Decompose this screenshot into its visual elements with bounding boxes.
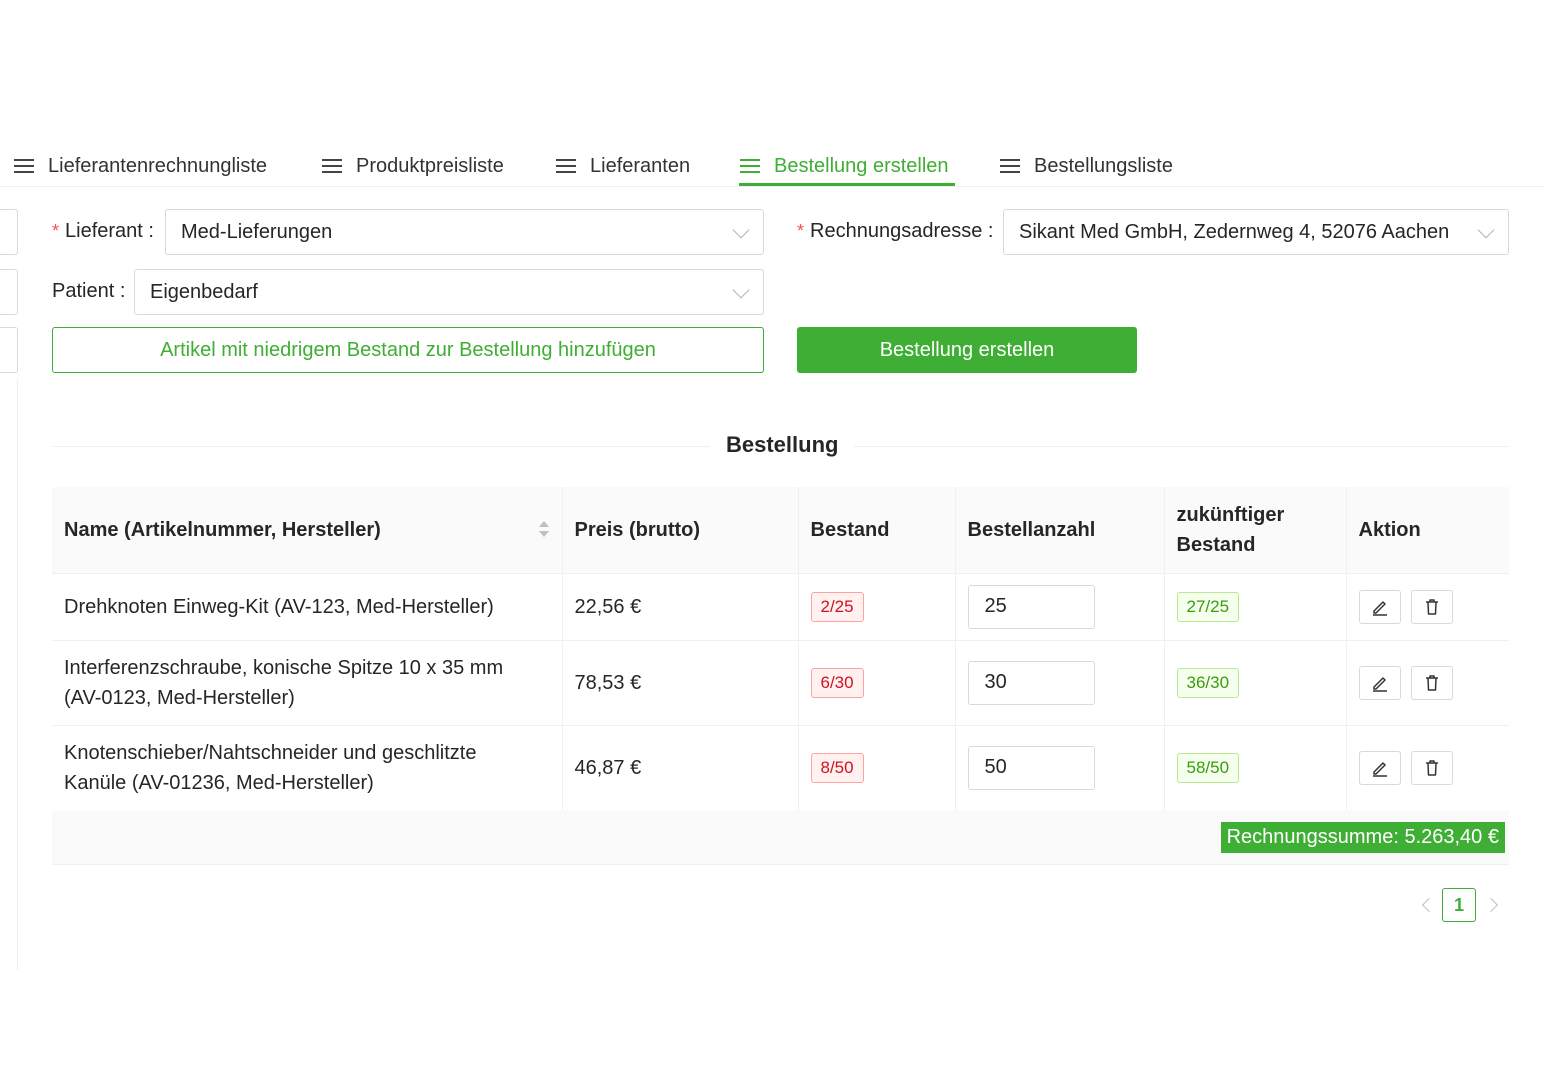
required-mark: * (52, 221, 60, 241)
future-stock-badge: 58/50 (1176, 753, 1240, 783)
chevron-down-icon (732, 221, 750, 239)
tab-label: Lieferantenrechnungliste (48, 154, 268, 177)
patient-value: Eigenbedarf (150, 280, 258, 303)
tab-order-list[interactable]: Bestellungsliste (1000, 146, 1173, 186)
chevron-down-icon (732, 281, 750, 299)
tab-supplier-invoices[interactable]: Lieferantenrechnungliste (14, 146, 267, 186)
future-stock-badge: 36/30 (1176, 668, 1240, 698)
column-header-future-stock: zukünftiger Bestand (1164, 487, 1347, 574)
side-panel-edge (0, 269, 18, 315)
edit-button[interactable] (1358, 589, 1401, 624)
tab-label: Bestellungsliste (1034, 154, 1173, 177)
future-stock-badge: 27/25 (1176, 592, 1240, 622)
column-header-name[interactable]: Name (Artikelnummer, Hersteller) (52, 487, 563, 574)
item-quantity-cell (955, 573, 1165, 641)
table-summary-row: Rechnungssumme: 5.263,40 € (52, 810, 1509, 865)
quantity-input[interactable] (967, 745, 1095, 790)
list-icon (740, 159, 760, 173)
delete-button[interactable] (1410, 750, 1453, 785)
item-stock: 6/30 (798, 640, 956, 726)
item-stock: 8/50 (798, 725, 956, 811)
required-mark: * (797, 221, 805, 241)
item-price: 46,87 € (562, 725, 799, 811)
delete-button[interactable] (1410, 665, 1453, 700)
sort-icon[interactable] (538, 521, 550, 539)
patient-select[interactable]: Eigenbedarf (134, 269, 764, 315)
column-header-action: Aktion (1346, 487, 1509, 574)
tab-label: Produktpreisliste (356, 154, 504, 177)
list-icon (1000, 159, 1020, 173)
tab-label: Bestellung erstellen (774, 154, 949, 177)
quantity-input[interactable] (967, 660, 1095, 705)
table-row: Drehknoten Einweg-Kit (AV-123, Med-Herst… (52, 573, 1509, 641)
item-name: Knotenschieber/Nahtschneider und geschli… (52, 725, 563, 811)
tab-create-order[interactable]: Bestellung erstellen (740, 146, 949, 186)
item-name: Drehknoten Einweg-Kit (AV-123, Med-Herst… (52, 573, 563, 641)
billing-address-value: Sikant Med GmbH, Zedernweg 4, 52076 Aach… (1019, 220, 1450, 243)
item-price: 78,53 € (562, 640, 799, 726)
tab-bar: Lieferantenrechnungliste Produktpreislis… (0, 120, 1545, 187)
delete-icon (1425, 759, 1438, 776)
delete-button[interactable] (1410, 589, 1453, 624)
table-header-row: Name (Artikelnummer, Hersteller) Preis (… (52, 487, 1509, 574)
order-table: Name (Artikelnummer, Hersteller) Preis (… (52, 487, 1509, 811)
item-quantity-cell (955, 640, 1165, 726)
invoice-total: Rechnungssumme: 5.263,40 € (1220, 822, 1505, 853)
item-stock: 2/25 (798, 573, 956, 641)
item-actions (1346, 573, 1509, 641)
delete-icon (1425, 598, 1438, 615)
edit-button[interactable] (1358, 665, 1401, 700)
table-row: Interferenzschraube, konische Spitze 10 … (52, 640, 1509, 726)
tab-product-prices[interactable]: Produktpreisliste (322, 146, 504, 186)
stock-badge: 2/25 (810, 592, 864, 622)
billing-address-label: * Rechnungsadresse : (797, 220, 994, 242)
item-future-stock: 58/50 (1164, 725, 1347, 811)
edit-button[interactable] (1358, 750, 1401, 785)
list-icon (322, 159, 342, 173)
chevron-right-icon[interactable] (1484, 896, 1504, 916)
table-row: Knotenschieber/Nahtschneider und geschli… (52, 725, 1509, 811)
column-header-quantity: Bestellanzahl (955, 487, 1165, 574)
item-quantity-cell (955, 725, 1165, 811)
stock-badge: 8/50 (810, 753, 864, 783)
edit-icon (1372, 761, 1387, 777)
tab-label: Lieferanten (590, 154, 691, 177)
pagination-page-1[interactable]: 1 (1442, 888, 1476, 922)
column-header-price: Preis (brutto) (562, 487, 799, 574)
active-tab-indicator (739, 183, 955, 186)
quantity-input[interactable] (967, 584, 1095, 629)
add-low-stock-button[interactable]: Artikel mit niedrigem Bestand zur Bestel… (52, 327, 764, 373)
column-header-stock: Bestand (798, 487, 956, 574)
side-panel-border (17, 380, 18, 970)
chevron-left-icon[interactable] (1418, 896, 1438, 916)
item-name: Interferenzschraube, konische Spitze 10 … (52, 640, 563, 726)
item-future-stock: 27/25 (1164, 573, 1347, 641)
supplier-label: * Lieferant : (52, 220, 154, 242)
side-panel-edge (0, 209, 18, 255)
create-order-button[interactable]: Bestellung erstellen (797, 327, 1137, 373)
billing-address-select[interactable]: Sikant Med GmbH, Zedernweg 4, 52076 Aach… (1003, 209, 1509, 255)
item-actions (1346, 725, 1509, 811)
item-actions (1346, 640, 1509, 726)
supplier-value: Med-Lieferungen (181, 220, 333, 243)
list-icon (556, 159, 576, 173)
tab-suppliers[interactable]: Lieferanten (556, 146, 690, 186)
chevron-down-icon (1477, 221, 1495, 239)
item-price: 22,56 € (562, 573, 799, 641)
item-future-stock: 36/30 (1164, 640, 1347, 726)
patient-label: Patient : (52, 280, 126, 302)
delete-icon (1425, 674, 1438, 691)
edit-icon (1372, 676, 1387, 692)
list-icon (14, 159, 34, 173)
stock-badge: 6/30 (810, 668, 864, 698)
order-title: Bestellung (710, 432, 855, 458)
supplier-select[interactable]: Med-Lieferungen (165, 209, 764, 255)
edit-icon (1372, 600, 1387, 616)
side-panel-edge (0, 327, 18, 373)
